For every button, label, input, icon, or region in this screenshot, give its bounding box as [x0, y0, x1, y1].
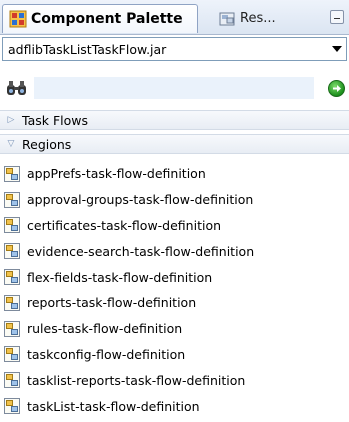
list-item-label: rules-task-flow-definition: [27, 321, 183, 337]
list-item-label: taskconfig-flow-definition: [27, 346, 186, 362]
list-item-label: appPrefs-task-flow-definition: [27, 166, 206, 182]
go-button[interactable]: [328, 80, 345, 97]
task-flow-region-icon: [4, 294, 20, 311]
tab-bar: Component Palette Res...: [0, 0, 349, 35]
collapse-arrow-icon: ▽: [7, 139, 15, 149]
list-item[interactable]: appPrefs-task-flow-definition: [0, 161, 349, 187]
task-flow-region-icon: [4, 398, 20, 415]
library-selector[interactable]: adflibTaskListTaskFlow.jar: [2, 37, 347, 61]
list-item-label: evidence-search-task-flow-definition: [27, 243, 255, 259]
task-flow-region-icon: [4, 243, 20, 260]
arrow-right-icon: [333, 85, 341, 92]
list-item[interactable]: reports-task-flow-definition: [0, 290, 349, 316]
list-item[interactable]: taskconfig-flow-definition: [0, 342, 349, 368]
task-flow-region-icon: [4, 320, 20, 337]
library-selector-value: adflibTaskListTaskFlow.jar: [8, 41, 167, 57]
palette-grid-icon: [9, 10, 27, 28]
list-item-label: certificates-task-flow-definition: [27, 217, 222, 233]
list-item-label: taskList-task-flow-definition: [27, 398, 200, 414]
search-row: [0, 74, 349, 104]
task-flow-region-icon: [4, 269, 20, 286]
tab-component-palette[interactable]: Component Palette: [2, 4, 198, 33]
resource-catalog-icon: [219, 12, 235, 25]
list-item-label: approval-groups-task-flow-definition: [27, 192, 254, 208]
tab-label: Res...: [240, 11, 276, 26]
tab-resources[interactable]: Res...: [212, 4, 322, 33]
task-flow-region-icon: [4, 165, 20, 182]
list-item-label: flex-fields-task-flow-definition: [27, 269, 213, 285]
list-item[interactable]: taskList-task-flow-definition: [0, 393, 349, 419]
task-flow-region-icon: [4, 346, 20, 363]
task-flow-region-icon: [4, 191, 20, 208]
list-item[interactable]: tasklist-reports-task-flow-definition: [0, 367, 349, 393]
section-label: Regions: [22, 136, 72, 152]
minimize-button[interactable]: [330, 10, 344, 24]
search-input[interactable]: [34, 77, 314, 99]
list-item[interactable]: approval-groups-task-flow-definition: [0, 187, 349, 213]
task-flow-region-icon: [4, 217, 20, 234]
list-item[interactable]: evidence-search-task-flow-definition: [0, 238, 349, 264]
region-list: appPrefs-task-flow-definition approval-g…: [0, 161, 349, 419]
list-item-label: reports-task-flow-definition: [27, 295, 197, 311]
section-task-flows[interactable]: ▷ Task Flows: [0, 110, 349, 130]
task-flow-region-icon: [4, 372, 20, 389]
binoculars-icon: [7, 81, 26, 95]
expand-arrow-icon: ▷: [7, 115, 15, 125]
list-item[interactable]: flex-fields-task-flow-definition: [0, 264, 349, 290]
tab-label: Component Palette: [31, 11, 183, 27]
list-item[interactable]: rules-task-flow-definition: [0, 316, 349, 342]
section-label: Task Flows: [22, 112, 88, 128]
section-regions[interactable]: ▽ Regions: [0, 134, 349, 154]
chevron-down-icon: [332, 46, 342, 52]
list-item-label: tasklist-reports-task-flow-definition: [27, 372, 246, 388]
list-item[interactable]: certificates-task-flow-definition: [0, 213, 349, 239]
